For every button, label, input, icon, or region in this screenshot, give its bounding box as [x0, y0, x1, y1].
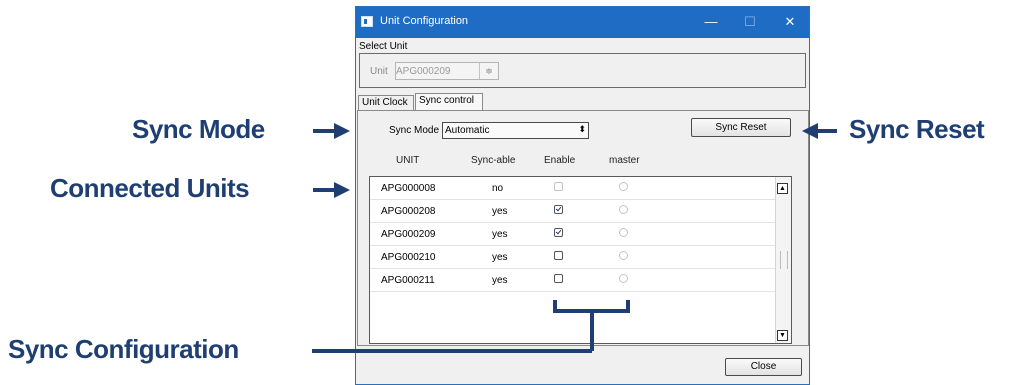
sync-mode-arrowhead	[334, 123, 350, 139]
sync-config-bracket	[553, 300, 630, 313]
sync-mode-callout: Sync Mode	[132, 114, 265, 144]
connected-units-callout: Connected Units	[50, 173, 250, 203]
connected-units-arrowhead	[334, 182, 350, 198]
sync-reset-arrowhead	[802, 123, 818, 139]
sync-configuration-callout: Sync Configuration	[8, 334, 239, 364]
sync-reset-callout: Sync Reset	[849, 114, 985, 144]
